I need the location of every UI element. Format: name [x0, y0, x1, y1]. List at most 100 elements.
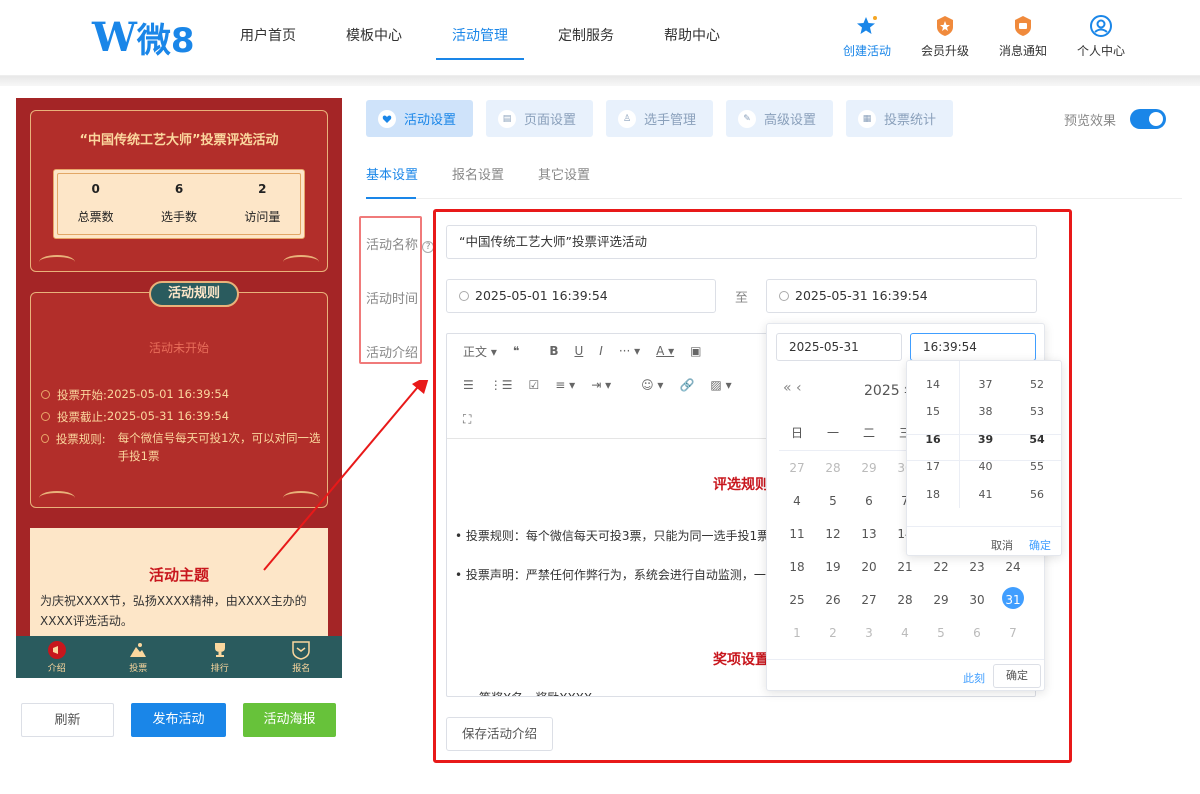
activity-name-input[interactable]: “中国传统工艺大师”投票评选活动 [446, 225, 1037, 259]
time-option[interactable]: 38 [960, 398, 1011, 426]
align-button[interactable]: ≡ ▾ [555, 378, 575, 392]
calendar-day[interactable]: 24 [995, 560, 1031, 574]
calendar-day[interactable]: 20 [851, 560, 887, 574]
time-option[interactable]: 37 [960, 371, 1011, 399]
calendar-day[interactable]: 1 [779, 626, 815, 640]
calendar-day[interactable]: 11 [779, 527, 815, 541]
calendar-day[interactable]: 27 [851, 593, 887, 607]
vip-upgrade-button[interactable]: 会员升级 [906, 14, 984, 59]
italic-button[interactable]: I [599, 344, 603, 358]
save-intro-button[interactable]: 保存活动介绍 [446, 717, 553, 751]
tab-label: 高级设置 [764, 113, 817, 128]
time-option[interactable]: 51 [1011, 361, 1061, 371]
tab-ranking[interactable]: 排行 [179, 636, 261, 678]
tab-label: 页面设置 [524, 113, 577, 128]
time-option[interactable]: 13 [907, 361, 959, 371]
time-option[interactable]: 18 [907, 481, 959, 509]
calendar-day[interactable]: 13 [851, 527, 887, 541]
poster-button[interactable]: 活动海报 [243, 703, 336, 737]
subtab-signup[interactable]: 报名设置 [452, 164, 504, 183]
calendar-day[interactable]: 23 [959, 560, 995, 574]
notifications-button[interactable]: 消息通知 [984, 14, 1062, 59]
calendar-day[interactable]: 22 [923, 560, 959, 574]
indent-button[interactable]: ⇥ ▾ [591, 378, 611, 392]
tab-vote-statistics[interactable]: ▦ 投票统计 [846, 100, 953, 137]
picker-date-input[interactable]: 2025-05-31 [776, 333, 902, 361]
link-button[interactable]: 🔗 [679, 378, 694, 392]
time-option[interactable]: 41 [960, 481, 1011, 509]
tab-vote[interactable]: 投票 [98, 636, 180, 678]
time-option[interactable]: 52 [1011, 371, 1061, 399]
end-time-input[interactable]: 2025-05-31 16:39:54 [766, 279, 1037, 313]
clock-icon [41, 390, 50, 399]
calendar-day[interactable]: 29 [923, 593, 959, 607]
calendar-day[interactable]: 6 [959, 626, 995, 640]
bold-button[interactable]: B [549, 344, 558, 358]
nav-help[interactable]: 帮助中心 [664, 0, 720, 76]
numbered-list-button[interactable]: ⋮☰ [490, 378, 513, 392]
logo[interactable]: W 微8 [92, 14, 195, 61]
bg-color-button[interactable]: ▣ [690, 344, 701, 358]
picker-confirm-button[interactable]: 确定 [993, 664, 1041, 688]
tab-contestant-management[interactable]: ♙ 选手管理 [606, 100, 713, 137]
calendar-day[interactable]: 4 [887, 626, 923, 640]
start-time-input[interactable]: 2025-05-01 16:39:54 [446, 279, 716, 313]
now-button[interactable]: 此刻 [963, 670, 985, 686]
calendar-day[interactable]: 31 [995, 587, 1031, 609]
calendar-day[interactable]: 5 [923, 626, 959, 640]
toolbar-row-1: 正文 ▾ ❝ B U I ··· ▾ A ▾ ▣ [447, 334, 701, 368]
nav-home[interactable]: 用户首页 [240, 0, 296, 76]
underline-button[interactable]: U [574, 344, 583, 358]
create-activity-button[interactable]: 创建活动 [828, 14, 906, 59]
calendar-day[interactable]: 28 [815, 461, 851, 475]
time-cancel-button[interactable]: 取消 [991, 537, 1013, 553]
calendar-day[interactable]: 29 [851, 461, 887, 475]
profile-button[interactable]: 个人中心 [1062, 14, 1140, 59]
calendar-day[interactable]: 21 [887, 560, 923, 574]
subtab-other[interactable]: 其它设置 [538, 164, 590, 183]
publish-button[interactable]: 发布活动 [131, 703, 226, 737]
prev-year-month-buttons[interactable]: « ‹ [783, 380, 802, 396]
calendar-day[interactable]: 5 [815, 494, 851, 508]
calendar-day[interactable]: 25 [779, 593, 815, 607]
time-option[interactable]: 14 [907, 371, 959, 399]
tab-intro[interactable]: 介绍 [16, 636, 98, 678]
time-option[interactable]: 56 [1011, 481, 1061, 509]
quote-button[interactable]: ❝ [513, 344, 519, 358]
nav-custom-service[interactable]: 定制服务 [558, 0, 614, 76]
calendar-day[interactable]: 12 [815, 527, 851, 541]
tab-advanced-settings[interactable]: ✎ 高级设置 [726, 100, 833, 137]
tab-signup[interactable]: 报名 [261, 636, 343, 678]
time-ok-button[interactable]: 确定 [1029, 537, 1051, 553]
calendar-day[interactable]: 7 [995, 626, 1031, 640]
nav-activity-management[interactable]: 活动管理 [436, 0, 524, 76]
calendar-day[interactable]: 27 [779, 461, 815, 475]
nav-templates[interactable]: 模板中心 [346, 0, 402, 76]
calendar-day[interactable]: 18 [779, 560, 815, 574]
fullscreen-button[interactable]: ⛶ [463, 412, 471, 427]
todo-button[interactable]: ☑ [529, 378, 540, 392]
image-button[interactable]: ▨ ▾ [710, 378, 731, 392]
tab-page-settings[interactable]: ▤ 页面设置 [486, 100, 593, 137]
calendar-day[interactable]: 19 [815, 560, 851, 574]
calendar-day[interactable]: 6 [851, 494, 887, 508]
calendar-day[interactable]: 30 [959, 593, 995, 607]
calendar-day[interactable]: 2 [815, 626, 851, 640]
refresh-button[interactable]: 刷新 [21, 703, 114, 737]
calendar-day[interactable]: 4 [779, 494, 815, 508]
emoji-button[interactable]: ☺ ▾ [641, 378, 663, 392]
time-option[interactable]: 53 [1011, 398, 1061, 426]
tab-activity-settings[interactable]: 活动设置 [366, 100, 473, 137]
calendar-day[interactable]: 26 [815, 593, 851, 607]
paragraph-format-button[interactable]: 正文 ▾ [463, 343, 497, 360]
font-color-button[interactable]: A ▾ [656, 344, 674, 358]
subtab-basic[interactable]: 基本设置 [366, 164, 418, 183]
preview-toggle[interactable] [1130, 109, 1166, 129]
time-option[interactable]: 15 [907, 398, 959, 426]
calendar-day[interactable]: 28 [887, 593, 923, 607]
bullet-list-button[interactable]: ☰ [463, 378, 474, 392]
picker-time-input[interactable]: 16:39:54 [910, 333, 1036, 361]
calendar-day[interactable]: 3 [851, 626, 887, 640]
more-button[interactable]: ··· ▾ [619, 344, 640, 358]
time-option[interactable]: 36 [960, 361, 1011, 371]
